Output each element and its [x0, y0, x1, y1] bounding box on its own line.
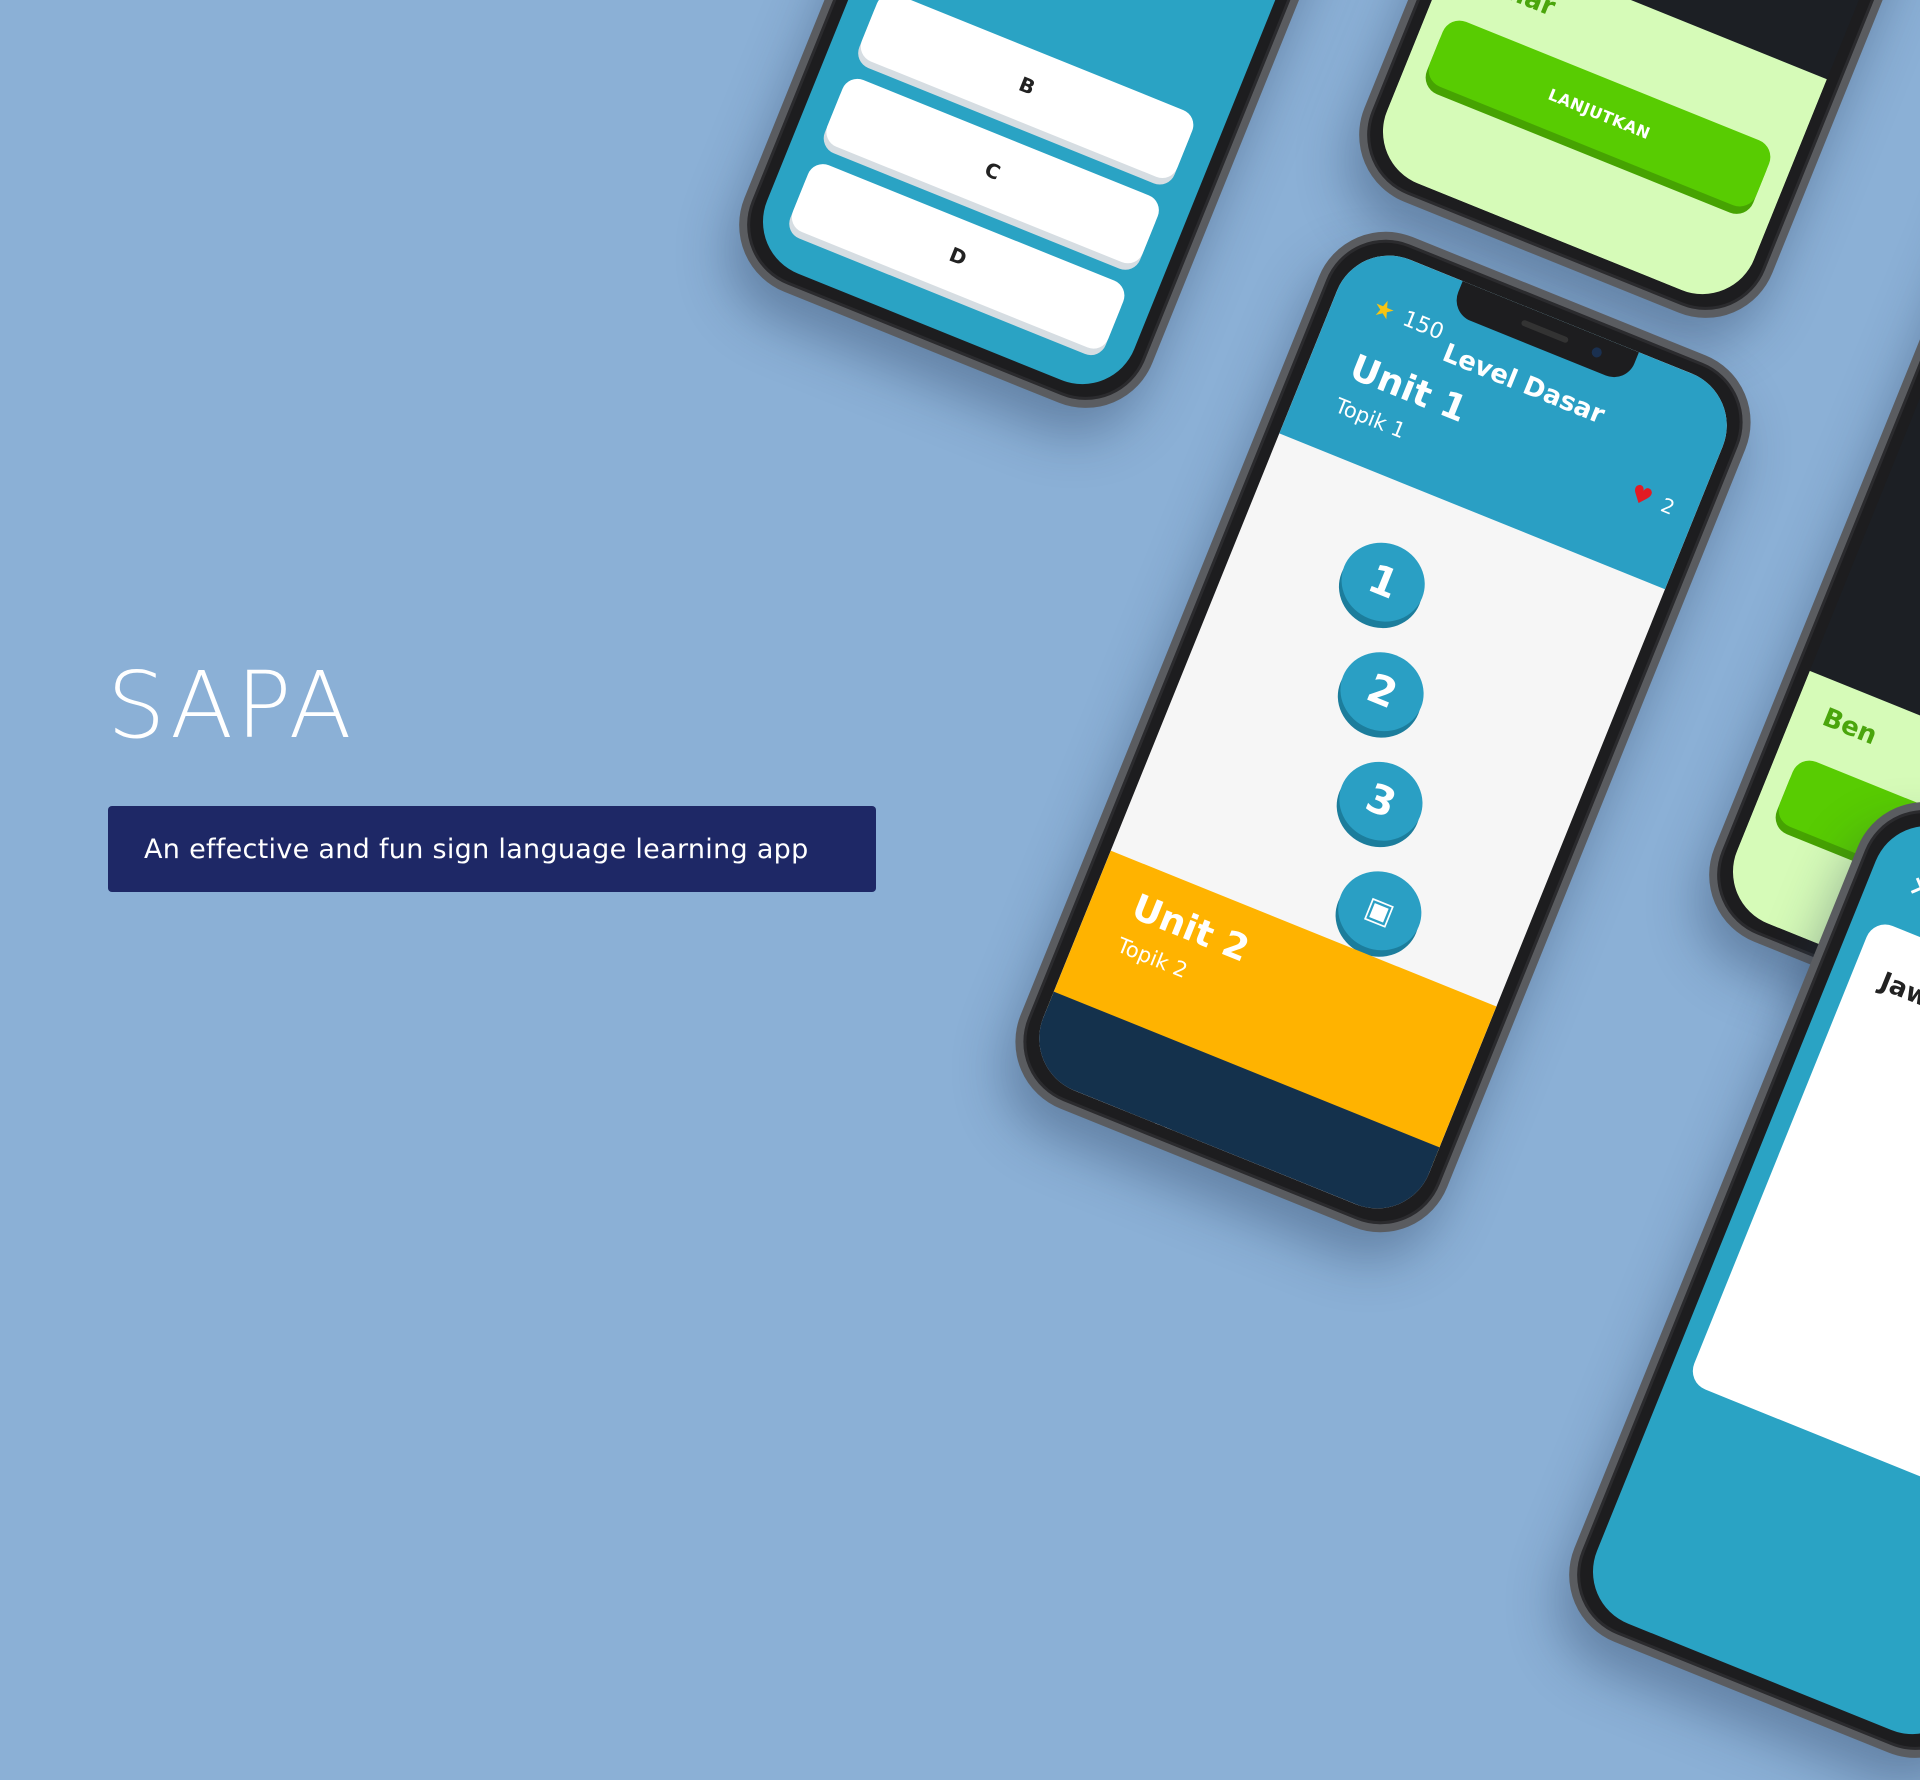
lives-count: 2	[1657, 492, 1679, 520]
tagline-text: An effective and fun sign language learn…	[144, 833, 809, 865]
lesson-node-label: 1	[1361, 555, 1405, 609]
heart-icon: ♥	[1626, 478, 1657, 513]
edge-result-status: Ben	[1818, 702, 1882, 752]
result-status: Benar	[1468, 0, 1559, 23]
question-screen: ✕ Jawab perta	[1576, 808, 1920, 1752]
close-icon[interactable]: ✕	[1903, 868, 1920, 910]
question-prompt: Jawab perta	[1875, 966, 1920, 1061]
lesson-node-label: 2	[1360, 665, 1404, 719]
continue-button[interactable]: LANJUTKAN	[1423, 15, 1776, 212]
treasure-chest-icon: ▣	[1360, 889, 1400, 933]
tagline-banner: An effective and fun sign language learn…	[108, 806, 876, 892]
continue-label: LANJUTKAN	[1545, 84, 1654, 143]
lesson-node-1[interactable]: 1	[1329, 530, 1437, 635]
option-c-label: C	[981, 157, 1004, 185]
question-card: Jawab perta	[1686, 918, 1920, 1516]
lesson-node-2[interactable]: 2	[1328, 639, 1436, 744]
option-b-label: B	[1015, 71, 1039, 100]
lesson-node-3[interactable]: 3	[1327, 749, 1435, 854]
option-d-label: D	[945, 242, 971, 271]
lesson-node-label: 3	[1359, 774, 1403, 828]
phone-question-mockup: ✕ Jawab perta	[1547, 780, 1920, 1780]
app-title: SAPA	[107, 652, 355, 759]
